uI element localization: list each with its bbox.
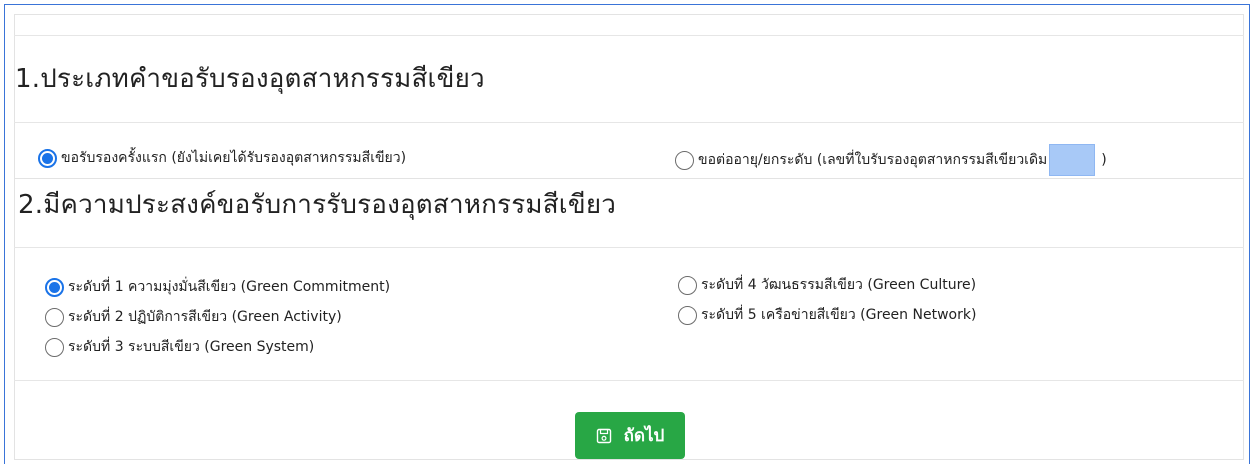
level-3-option[interactable]: ระดับที่ 3 ระบบสีเขียว (Green System)	[45, 336, 314, 358]
radio-first-request[interactable]	[38, 148, 57, 168]
level-4-option[interactable]: ระดับที่ 4 วัฒนธรรมสีเขียว (Green Cultur…	[678, 274, 976, 296]
divider	[14, 247, 1244, 248]
level-5-label: ระดับที่ 5 เครือข่ายสีเขียว (Green Netwo…	[701, 307, 977, 323]
level-4-label: ระดับที่ 4 วัฒนธรรมสีเขียว (Green Cultur…	[701, 277, 977, 293]
level-5-option[interactable]: ระดับที่ 5 เครือข่ายสีเขียว (Green Netwo…	[678, 304, 976, 326]
level-2-option[interactable]: ระดับที่ 2 ปฏิบัติการสีเขียว (Green Acti…	[45, 306, 342, 328]
divider	[14, 122, 1244, 123]
old-cert-number-input[interactable]	[1049, 144, 1096, 176]
divider	[14, 35, 1244, 36]
radio-level-5[interactable]	[678, 305, 697, 325]
level-3-label: ระดับที่ 3 ระบบสีเขียว (Green System)	[68, 339, 315, 355]
level-2-label: ระดับที่ 2 ปฏิบัติการสีเขียว (Green Acti…	[68, 309, 342, 325]
next-button[interactable]: ถัดไป	[575, 412, 685, 459]
radio-level-4[interactable]	[678, 275, 697, 295]
option-first-request[interactable]: ขอรับรองครั้งแรก (ยังไม่เคยได้รับรองอุตส…	[38, 147, 406, 169]
level-1-label: ระดับที่ 1 ความมุ่งมั่นสีเขียว (Green Co…	[68, 279, 391, 295]
divider	[14, 380, 1244, 381]
option-renewal[interactable]: ขอต่ออายุ/ยกระดับ (เลขที่ใบรับรองอุตสาหก…	[675, 144, 1107, 176]
radio-level-2[interactable]	[45, 307, 64, 327]
radio-level-3[interactable]	[45, 337, 64, 357]
level-1-option[interactable]: ระดับที่ 1 ความมุ่งมั่นสีเขียว (Green Co…	[45, 276, 390, 298]
option-renewal-label: ขอต่ออายุ/ยกระดับ (เลขที่ใบรับรองอุตสาหก…	[698, 152, 1048, 168]
section1-title: 1.ประเภทคำขอรับรองอุตสาหกรรมสีเขียว	[15, 64, 485, 94]
radio-level-1[interactable]	[45, 277, 64, 297]
radio-renewal[interactable]	[675, 150, 694, 170]
option-first-request-label: ขอรับรองครั้งแรก (ยังไม่เคยได้รับรองอุตส…	[61, 150, 407, 166]
save-icon	[596, 428, 611, 443]
next-button-label: ถัดไป	[623, 426, 665, 446]
close-paren: )	[1101, 152, 1107, 168]
section2-title: 2.มีความประสงค์ขอรับการรับรองอุตสาหกรรมส…	[18, 190, 617, 220]
